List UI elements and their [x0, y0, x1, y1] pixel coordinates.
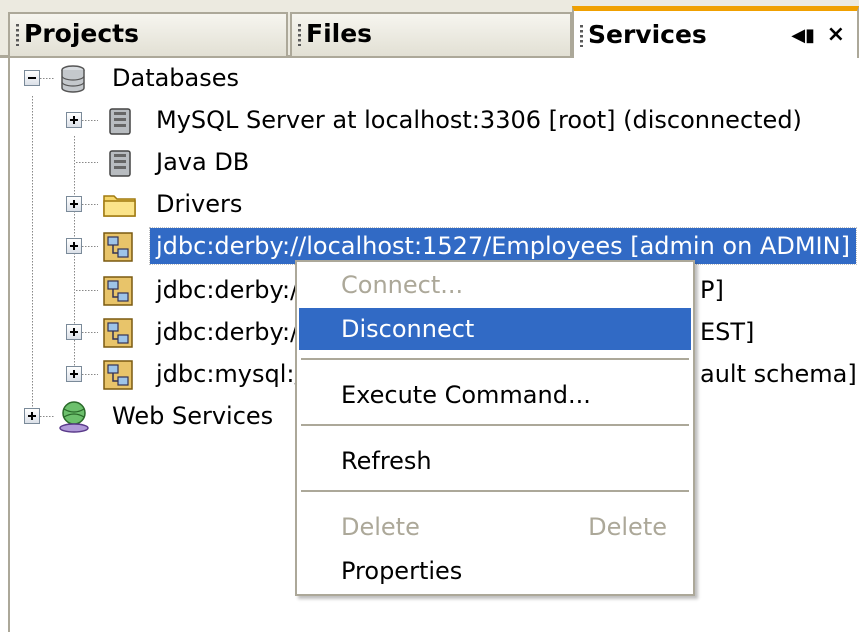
tree-line	[82, 204, 98, 205]
tree-node-mysql-server[interactable]: MySQL Server at localhost:3306 [root] (d…	[10, 100, 850, 140]
menu-item-label: Refresh	[341, 447, 432, 475]
web-services-icon	[59, 401, 89, 433]
menu-item-execute-command[interactable]: Execute Command...	[299, 374, 691, 416]
expand-icon[interactable]	[24, 408, 40, 424]
expand-icon[interactable]	[66, 366, 82, 382]
expand-icon[interactable]	[66, 324, 82, 340]
tab-services[interactable]: Services ◀▮ ×	[572, 6, 859, 58]
expand-icon[interactable]	[66, 238, 82, 254]
tree-line	[76, 290, 98, 291]
tree-line	[40, 416, 54, 417]
database-icon	[61, 65, 85, 93]
tree-node-label: jdbc:derby:/	[156, 318, 299, 346]
tab-files-label: Files	[306, 19, 373, 48]
tree-line	[76, 162, 98, 163]
tree-node-label-tail: EST]	[700, 318, 755, 346]
tree-node-label: Web Services	[112, 402, 274, 430]
close-icon[interactable]: ×	[827, 24, 845, 46]
tree-node-label: jdbc:derby://localhost:1527/Employees [a…	[149, 227, 857, 265]
menu-item-disconnect[interactable]: Disconnect	[299, 308, 691, 350]
folder-icon	[103, 195, 136, 217]
grip-icon	[580, 25, 583, 47]
context-menu: Connect... Disconnect Execute Command...…	[295, 260, 695, 596]
menu-separator	[301, 490, 689, 492]
connection-icon	[103, 360, 133, 390]
connection-icon	[103, 276, 133, 306]
tree-node-label: Databases	[112, 64, 240, 92]
tree-line	[40, 78, 54, 79]
tree-node-drivers[interactable]: Drivers	[10, 184, 850, 224]
tree-node-label: jdbc:derby:/	[156, 276, 299, 304]
server-icon	[109, 150, 131, 177]
tab-bar: Projects Files Services ◀▮ ×	[0, 0, 859, 58]
services-window: Projects Files Services ◀▮ × Databases M…	[0, 0, 859, 632]
menu-item-properties[interactable]: Properties	[299, 550, 691, 592]
tree-node-label-tail: P]	[700, 276, 724, 304]
expand-icon[interactable]	[66, 112, 82, 128]
menu-item-refresh[interactable]: Refresh	[299, 440, 691, 482]
tree-node-databases[interactable]: Databases	[10, 58, 850, 98]
tree-node-label: Java DB	[156, 148, 250, 176]
tree-node-label: Drivers	[156, 190, 243, 218]
menu-item-label: Connect...	[341, 271, 464, 299]
connection-icon	[103, 318, 133, 348]
menu-item-label: Delete	[341, 513, 420, 541]
tree-node-label: jdbc:mysql:/	[156, 360, 303, 388]
tree-line	[82, 332, 98, 333]
tab-projects[interactable]: Projects	[8, 12, 288, 56]
tree-line	[82, 374, 98, 375]
menu-item-label: Disconnect	[341, 315, 475, 343]
tree-line	[82, 246, 98, 247]
restore-window-icon[interactable]: ◀▮	[791, 27, 815, 45]
tab-projects-label: Projects	[24, 19, 140, 48]
tree-node-java-db[interactable]: Java DB	[10, 142, 850, 182]
menu-separator	[301, 424, 689, 426]
menu-separator	[301, 358, 689, 360]
connection-icon	[103, 232, 133, 262]
tab-services-label: Services	[588, 20, 707, 49]
grip-icon	[16, 24, 19, 46]
menu-item-label: Execute Command...	[341, 381, 591, 409]
menu-item-connect[interactable]: Connect...	[299, 264, 691, 306]
grip-icon	[298, 24, 301, 46]
menu-item-label: Properties	[341, 557, 463, 585]
tree-node-label: MySQL Server at localhost:3306 [root] (d…	[156, 106, 802, 134]
tree-line	[82, 120, 98, 121]
tab-files[interactable]: Files	[290, 12, 572, 56]
tree-node-label-tail: ault schema]	[700, 360, 857, 388]
expand-icon[interactable]	[66, 196, 82, 212]
menu-item-delete[interactable]: Delete Delete	[299, 506, 691, 548]
menu-item-shortcut: Delete	[588, 513, 667, 541]
server-icon	[109, 108, 131, 135]
collapse-icon[interactable]	[24, 70, 40, 86]
